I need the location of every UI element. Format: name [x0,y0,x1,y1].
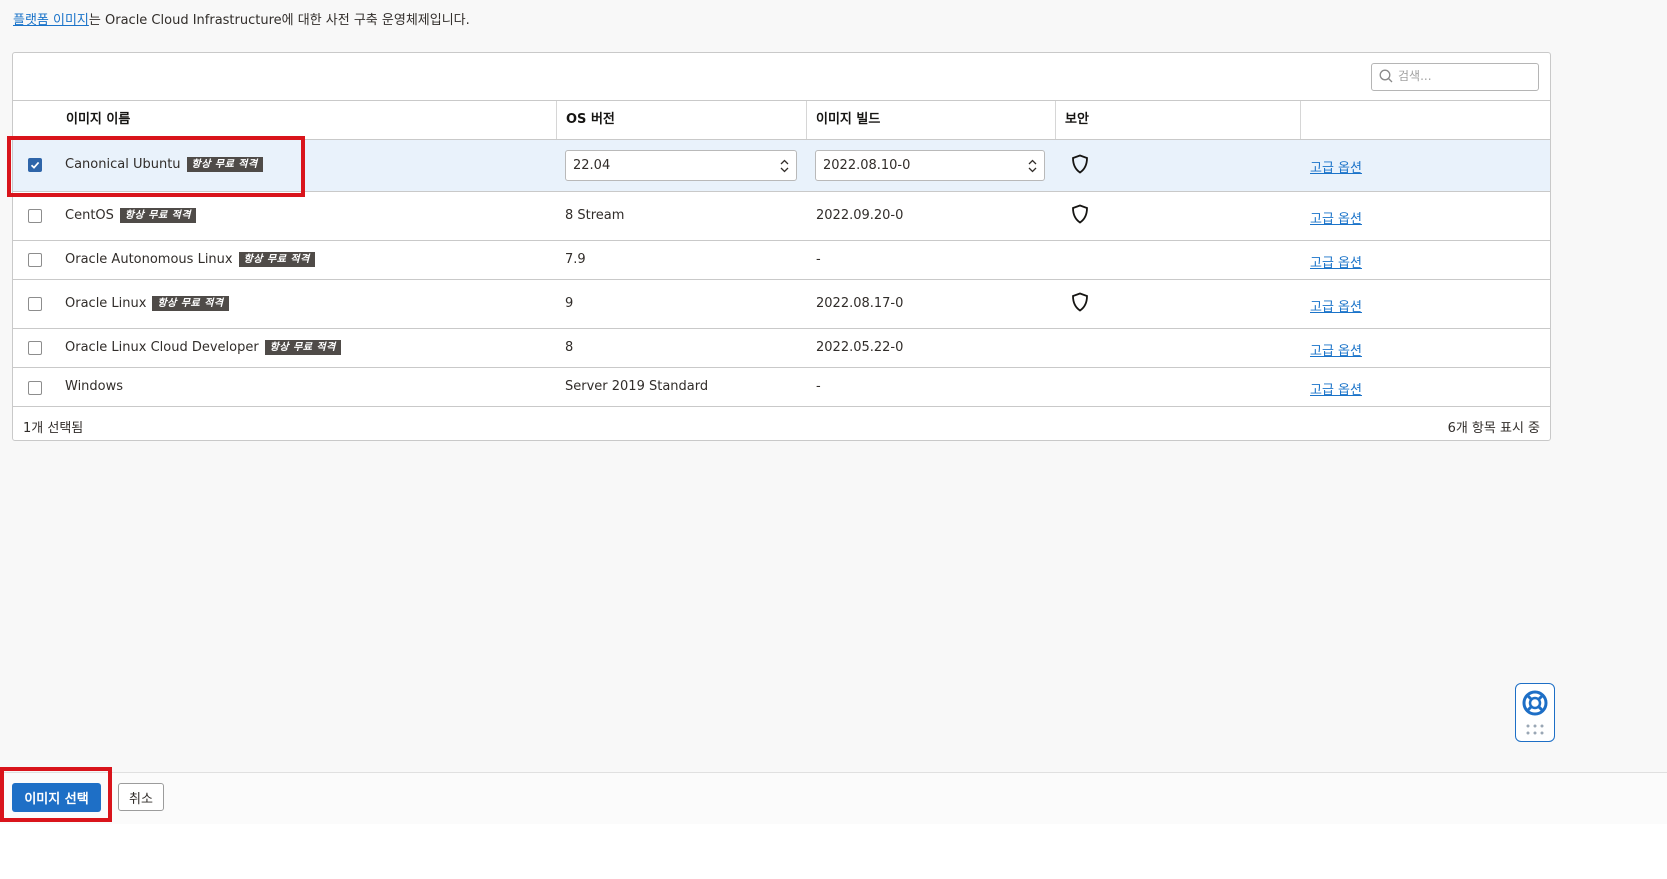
shield-icon [1072,154,1088,174]
image-name-cell: CentOS 항상 무료 적격 [65,208,197,223]
header-select [13,101,57,139]
row-checkbox[interactable] [28,381,42,395]
search-input[interactable] [1398,66,1528,86]
table-row[interactable]: Oracle Linux 항상 무료 적격 9 2022.08.17-0 고급 옵… [13,280,1550,329]
os-version-value: Server 2019 Standard [565,379,709,394]
advanced-options-link[interactable]: 고급 옵션 [1310,379,1362,398]
selected-count: 1개 선택됨 [23,421,84,436]
highlight-box-selected-row [7,136,305,197]
image-name: Oracle Linux [65,296,147,311]
image-build-select[interactable]: 2022.08.10-0 [815,150,1045,181]
os-version-value: 7.9 [565,252,586,267]
drag-handle-icon[interactable] [1526,724,1544,736]
lifebuoy-icon [1522,690,1548,716]
image-name: Oracle Linux Cloud Developer [65,340,259,355]
image-build-value: - [816,379,821,394]
image-table: 이미지 이름 OS 버전 이미지 빌드 보안 Canonical Ubuntu항… [12,52,1551,441]
shield-icon [1072,204,1088,224]
table-row[interactable]: Windows Server 2019 Standard - 고급 옵션 [13,368,1550,407]
image-build-value: 2022.08.17-0 [816,296,904,311]
cancel-button[interactable]: 취소 [118,783,164,811]
row-checkbox[interactable] [28,253,42,267]
advanced-options-link[interactable]: 고급 옵션 [1310,296,1362,315]
row-checkbox[interactable] [28,341,42,355]
intro-description: 는 Oracle Cloud Infrastructure에 대한 사전 구축 … [88,13,470,28]
image-name-cell: Oracle Autonomous Linux 항상 무료 적격 [65,252,315,267]
image-name-cell: Oracle Linux 항상 무료 적격 [65,296,229,311]
chevron-up-down-icon [780,159,789,173]
table-footer: 1개 선택됨 6개 항목 표시 중 [13,407,1550,442]
advanced-options-link[interactable]: 고급 옵션 [1310,157,1362,176]
shield-icon [1072,292,1088,312]
header-image-name[interactable]: 이미지 이름 [57,101,557,139]
image-build-value: 2022.09.20-0 [816,208,904,223]
header-image-build[interactable]: 이미지 빌드 [806,101,1055,139]
page-bottom [0,824,1667,879]
row-checkbox[interactable] [28,297,42,311]
os-version-value: 8 [565,340,574,355]
always-free-badge: 항상 무료 적격 [264,340,341,355]
highlight-box-select-button [0,767,112,822]
image-build-value: 2022.08.10-0 [823,158,911,173]
items-shown-count: 6개 항목 표시 중 [1447,421,1540,436]
row-checkbox[interactable] [28,209,42,223]
table-header-row: 이미지 이름 OS 버전 이미지 빌드 보안 [13,101,1550,140]
image-name: CentOS [65,208,114,223]
platform-images-link[interactable]: 플랫폼 이미지 [13,13,89,28]
always-free-badge: 항상 무료 적격 [238,252,315,267]
advanced-options-link[interactable]: 고급 옵션 [1310,252,1362,271]
advanced-options-link[interactable]: 고급 옵션 [1310,340,1362,359]
header-actions [1300,101,1550,139]
header-security[interactable]: 보안 [1055,101,1301,139]
table-toolbar [13,53,1550,101]
image-name-cell: Oracle Linux Cloud Developer 항상 무료 적격 [65,340,341,355]
chevron-up-down-icon [1028,159,1037,173]
os-version-select[interactable]: 22.04 [565,150,797,181]
table-row[interactable]: CentOS 항상 무료 적격 8 Stream 2022.09.20-0 고급 … [13,192,1550,241]
table-row[interactable]: Oracle Linux Cloud Developer 항상 무료 적격 8 2… [13,329,1550,368]
os-version-value: 9 [565,296,574,311]
image-name: Windows [65,379,124,394]
always-free-badge: 항상 무료 적격 [152,296,229,311]
search-icon [1379,69,1393,83]
os-version-value: 22.04 [573,158,611,173]
header-os-version[interactable]: OS 버전 [556,101,807,139]
search-box[interactable] [1371,63,1539,91]
help-widget[interactable] [1515,683,1555,742]
intro-text: 플랫폼 이미지는 Oracle Cloud Infrastructure에 대한… [13,9,470,28]
image-name-cell: Windows [65,379,123,394]
image-build-value: - [816,252,821,267]
action-bar: 이미지 선택 취소 [0,772,1667,825]
image-name: Oracle Autonomous Linux [65,252,233,267]
advanced-options-link[interactable]: 고급 옵션 [1310,208,1362,227]
table-row[interactable]: Oracle Autonomous Linux 항상 무료 적격 7.9 - 고급… [13,241,1550,280]
image-build-value: 2022.05.22-0 [816,340,904,355]
always-free-badge: 항상 무료 적격 [119,208,197,223]
os-version-value: 8 Stream [565,208,625,223]
